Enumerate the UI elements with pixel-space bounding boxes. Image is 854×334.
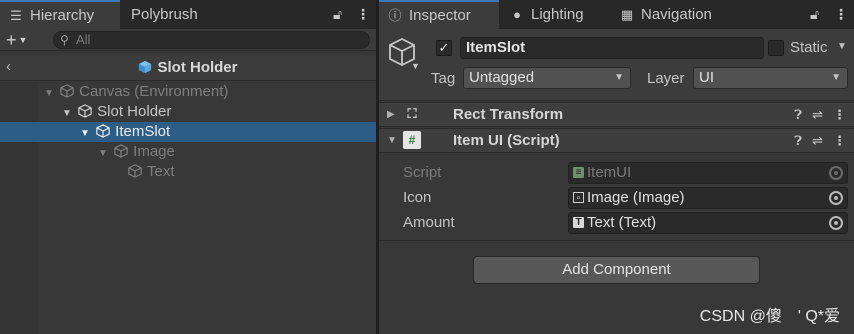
gameobject-cube-icon	[78, 104, 92, 118]
amount-object-field[interactable]: T Text (Text)	[568, 212, 848, 234]
tag-label: Tag	[431, 70, 456, 87]
hierarchy-toolbar: + ▼ ⚲ All	[0, 29, 376, 51]
expand-arrow-icon[interactable]: ▼	[42, 84, 56, 104]
divider	[379, 240, 854, 241]
hierarchy-panel: ☰ Hierarchy Polybrush 🔓︎ ⋮ + ▼ ⚲ All ‹ Slo…	[0, 0, 376, 334]
component-tools: ❓︎ ⇌ ⋮	[784, 103, 846, 126]
lightbulb-icon: ●	[513, 7, 521, 22]
chevron-down-icon: ▼	[614, 72, 624, 83]
kebab-menu-icon[interactable]: ⋮	[833, 103, 846, 126]
icon-object-field[interactable]: ▫ Image (Image)	[568, 187, 848, 209]
preset-sliders-icon[interactable]: ⇌	[812, 129, 823, 152]
expand-arrow-icon[interactable]: ▼	[96, 144, 110, 164]
search-icon: ⚲	[60, 33, 69, 47]
rect-transform-icon: ⛶	[407, 106, 417, 121]
component-item-ui-script[interactable]: ▼ # Item UI (Script) ❓︎ ⇌ ⋮	[379, 128, 854, 153]
tree-item-slot-holder[interactable]: ▼ Slot Holder	[0, 102, 376, 122]
kebab-menu-icon[interactable]: ⋮	[356, 0, 370, 29]
tree-item-image[interactable]: ▼ Image	[0, 142, 376, 162]
dropdown-arrow-icon[interactable]: ▼	[411, 61, 420, 71]
prefab-cube-icon	[139, 60, 152, 74]
image-component-icon: ▫	[573, 192, 584, 204]
expand-arrow-icon[interactable]: ▼	[60, 104, 74, 124]
tag-dropdown[interactable]: Untagged ▼	[463, 67, 631, 89]
layer-label: Layer	[647, 70, 685, 87]
object-name-field[interactable]: ItemSlot	[460, 37, 764, 59]
property-icon: Icon ▫ Image (Image)	[379, 186, 854, 210]
static-dropdown-arrow-icon[interactable]: ▼	[837, 41, 847, 52]
tree-item-text[interactable]: Text	[0, 162, 376, 182]
tab-lighting[interactable]: ● Lighting	[501, 0, 611, 29]
layer-dropdown[interactable]: UI ▼	[693, 67, 848, 89]
script-file-icon: ≡	[573, 167, 584, 178]
dropdown-arrow-icon: ▼	[18, 35, 28, 45]
kebab-menu-icon[interactable]: ⋮	[833, 129, 846, 152]
expand-arrow-icon[interactable]: ▼	[78, 124, 92, 144]
property-script: Script ≡ ItemUI	[379, 161, 854, 185]
static-label: Static	[790, 39, 828, 56]
create-dropdown-button[interactable]: + ▼	[6, 30, 27, 50]
script-object-field: ≡ ItemUI	[568, 162, 848, 184]
gameobject-cube-icon	[60, 84, 74, 98]
active-checkbox[interactable]: ✓	[436, 40, 452, 56]
csharp-script-icon: #	[403, 131, 421, 149]
inspector-panel: ⓘ Inspector ● Lighting ▦ Navigation 🔓︎ ⋮ ▼ …	[379, 0, 854, 334]
hierarchy-search-input[interactable]: ⚲ All	[53, 31, 370, 49]
tab-polybrush[interactable]: Polybrush	[123, 0, 233, 29]
help-icon[interactable]: ❓︎	[794, 103, 802, 126]
hierarchy-tabbar: ☰ Hierarchy Polybrush 🔓︎ ⋮	[0, 0, 376, 29]
object-picker-icon[interactable]	[829, 216, 843, 230]
collapse-arrow-icon[interactable]: ▶	[387, 103, 395, 126]
object-picker-icon[interactable]	[829, 191, 843, 205]
tab-navigation[interactable]: ▦ Navigation	[611, 0, 736, 29]
chevron-down-icon: ▼	[831, 72, 841, 83]
expand-arrow-icon[interactable]: ▼	[387, 129, 397, 152]
tree-item-canvas[interactable]: ▼ Canvas (Environment)	[0, 82, 376, 102]
watermark: CSDN @傻 ' Q*爱	[699, 308, 840, 325]
property-amount: Amount T Text (Text)	[379, 211, 854, 235]
navigation-icon: ▦	[620, 7, 634, 22]
static-checkbox[interactable]	[768, 40, 784, 56]
gameobject-cube-icon	[114, 144, 128, 158]
lock-icon[interactable]: 🔓︎	[810, 0, 819, 29]
object-picker-icon	[829, 166, 843, 180]
gameobject-cube-icon	[96, 124, 110, 138]
info-icon: ⓘ	[388, 8, 402, 23]
text-component-icon: T	[573, 217, 584, 228]
breadcrumb: ‹ Slot Holder	[0, 55, 376, 81]
preset-sliders-icon[interactable]: ⇌	[812, 103, 823, 126]
add-component-button[interactable]: Add Component	[473, 256, 760, 284]
tree-item-itemslot[interactable]: ▼ ItemSlot	[0, 122, 376, 142]
inspector-tabbar: ⓘ Inspector ● Lighting ▦ Navigation 🔓︎ ⋮	[379, 0, 854, 29]
hierarchy-list-icon: ☰	[10, 8, 22, 23]
component-tools: ❓︎ ⇌ ⋮	[784, 129, 846, 152]
gameobject-cube-icon	[128, 164, 142, 178]
kebab-menu-icon[interactable]: ⋮	[834, 0, 848, 29]
help-icon[interactable]: ❓︎	[794, 129, 802, 152]
component-rect-transform[interactable]: ▶ ⛶ Rect Transform ❓︎ ⇌ ⋮	[379, 102, 854, 127]
tab-hierarchy[interactable]: ☰ Hierarchy	[0, 0, 120, 29]
lock-icon[interactable]: 🔓︎	[333, 0, 342, 29]
prefab-title: Slot Holder	[0, 59, 376, 76]
gameobject-header: ▼ ✓ ItemSlot Static ▼ Tag Untagged ▼ Laye…	[379, 29, 854, 101]
tab-inspector[interactable]: ⓘ Inspector	[379, 0, 499, 29]
